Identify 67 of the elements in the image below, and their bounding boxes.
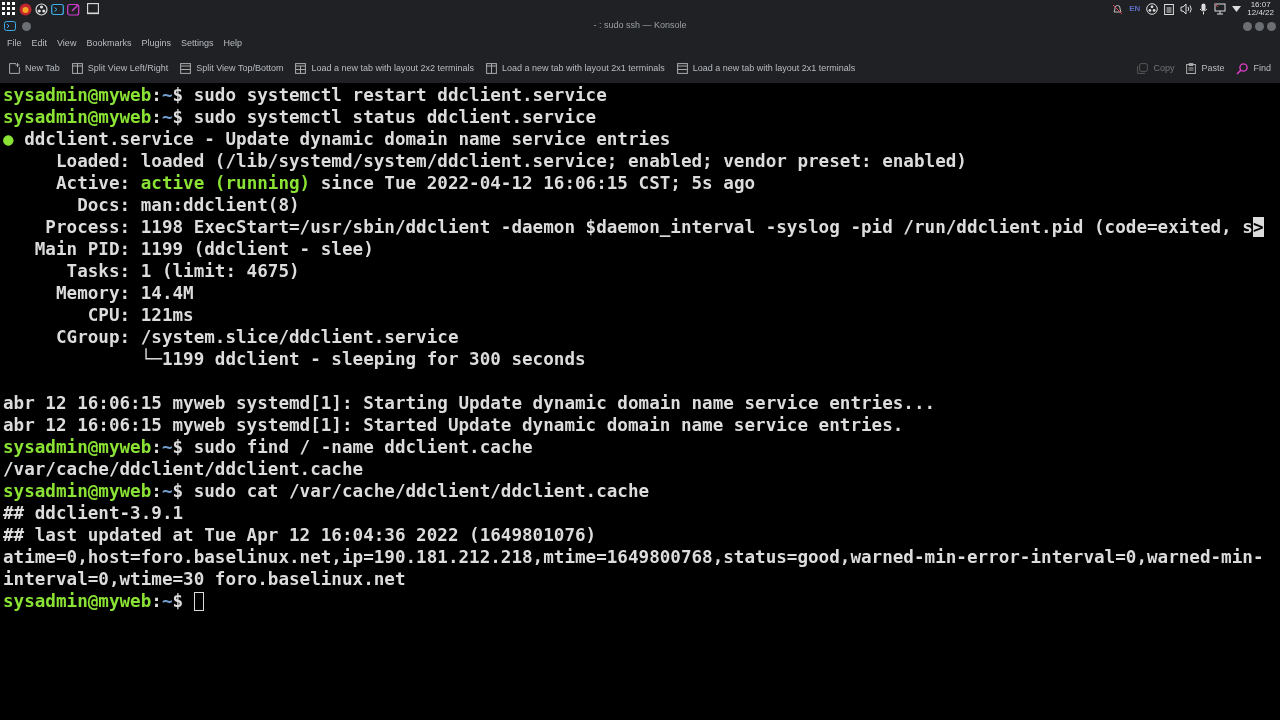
menu-item[interactable]: File [2, 35, 27, 53]
editor-icon[interactable] [67, 2, 80, 16]
terminal-line: Tasks: 1 (limit: 4675) [65, 260, 301, 282]
terminal-line: CGroup: /system.slice/ddclient.service [54, 326, 460, 348]
browser-icon[interactable] [19, 2, 32, 16]
toolbar-button[interactable]: Split View Top/Bottom [177, 59, 287, 78]
terminal-line: ## last updated at Tue Apr 12 16:04:36 2022 (1649801076) [3, 524, 598, 546]
bell-muted-icon[interactable] [1112, 3, 1124, 15]
terminal-line: Process: 1198 ExecStart=/usr/sbin/ddclient -daemon $daemon_interval -syslog -pid /run/ddclient.pid (code=exited, s> [44, 216, 1265, 238]
close-button[interactable] [1267, 21, 1276, 31]
terminal-line: sysadmin@myweb:~$ sudo systemctl status ddclient.service [3, 106, 598, 128]
minimize-button[interactable] [1243, 21, 1252, 31]
new-tab-icon [9, 63, 20, 74]
terminal-line: interval=0,wtime=30 foro.baselinux.net [3, 568, 407, 590]
microphone-icon[interactable] [1199, 3, 1209, 15]
split-rows-icon [676, 63, 688, 74]
toolbar-button[interactable]: Find [1233, 59, 1274, 78]
app-grid-icon[interactable] [2, 2, 16, 16]
network-icon[interactable] [1214, 3, 1227, 15]
terminal-line: Active: active (running) since Tue 2022-04-12 16:06:15 CST; 5s ago [54, 172, 757, 194]
menu-item[interactable]: Plugins [136, 35, 176, 53]
clipboard-icon [1186, 63, 1197, 74]
split-columns-icon [71, 63, 83, 74]
menu-item[interactable]: Settings [175, 35, 219, 53]
grid-layout-icon [295, 63, 307, 74]
toolbar-button[interactable]: Load a new tab with layout 2x1 terminals [673, 59, 859, 78]
terminal-line: CPU: 121ms [86, 304, 195, 326]
copy-icon [1137, 63, 1149, 74]
terminal-icon[interactable] [51, 2, 64, 16]
menu-item[interactable]: Edit [26, 35, 53, 53]
terminal-line: Docs: man:ddclient(8) [76, 194, 301, 216]
split-rows-icon [180, 63, 192, 74]
terminal-line: sysadmin@myweb:~$ sudo cat /var/cache/ddclient/ddclient.cache [3, 480, 651, 502]
clock[interactable]: 16:07 12/4/22 [1247, 1, 1274, 17]
maximize-button[interactable] [1255, 21, 1264, 31]
terminal-line: /var/cache/ddclient/ddclient.cache [3, 458, 365, 480]
clipboard-icon[interactable] [1164, 3, 1175, 15]
menu-item[interactable]: Help [218, 35, 247, 53]
terminal-line: ## ddclient-3.9.1 [3, 502, 185, 524]
terminal-line: abr 12 16:06:15 myweb systemd[1]: Started Update dynamic domain name service entries. [3, 414, 905, 436]
expand-tray-icon[interactable] [1232, 6, 1242, 12]
terminal-line: sysadmin@myweb:~$ sudo find / -name ddclient.cache [3, 436, 534, 458]
pin-button[interactable] [22, 21, 31, 31]
desktop-icon[interactable] [87, 3, 99, 15]
toolbar-button[interactable]: New Tab [6, 59, 63, 78]
terminal-line: sysadmin@myweb:~$ [3, 590, 1277, 612]
terminal-line: ● ddclient.service - Update dynamic domain name service entries [3, 128, 672, 150]
terminal-line: atime=0,host=foro.baselinux.net,ip=190.181.212.218,mtime=1649800768,status=good,warned-min-error-interval=0,warned-min- [3, 546, 1265, 568]
recorder-icon[interactable] [1146, 3, 1159, 15]
terminal-line: Loaded: loaded (/lib/systemd/system/ddclient.service; enabled; vendor preset: enabled) [54, 150, 968, 172]
split-columns-icon [486, 63, 498, 74]
toolbar-button[interactable]: Load a new tab with layout 2x1 terminals [483, 59, 668, 78]
volume-icon[interactable] [1180, 3, 1194, 15]
toolbar-button[interactable]: Load a new tab with layout 2x2 terminals [292, 59, 478, 78]
toolbar-button[interactable]: Split View Left/Right [68, 59, 172, 78]
terminal-line: └─1199 ddclient - sleeping for 300 seconds [139, 348, 587, 370]
menu-item[interactable]: Bookmarks [81, 35, 137, 53]
search-icon [1236, 62, 1249, 75]
terminal-line: abr 12 16:06:15 myweb systemd[1]: Starting Update dynamic domain name service entries... [3, 392, 937, 414]
toolbar-button[interactable]: Paste [1183, 59, 1228, 78]
menu-item[interactable]: View [52, 35, 82, 53]
terminal-line: Main PID: 1199 (ddclient - slee) [33, 238, 375, 260]
window-title: - : sudo ssh — Konsole [593, 19, 687, 33]
terminal-app-icon[interactable] [4, 21, 16, 31]
terminal-line: sysadmin@myweb:~$ sudo systemctl restart ddclient.service [3, 84, 608, 106]
terminal-line: Memory: 14.4M [54, 282, 195, 304]
recorder-icon[interactable] [35, 2, 48, 16]
